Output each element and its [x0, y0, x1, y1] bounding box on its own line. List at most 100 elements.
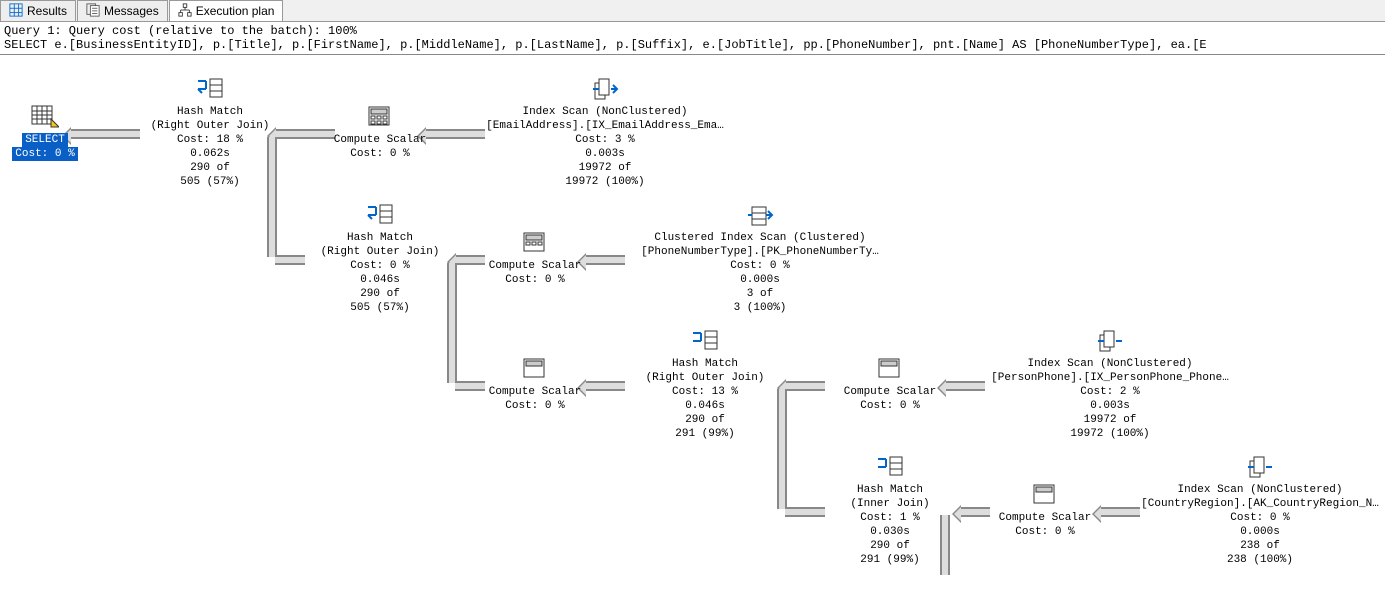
node-rows-actual: 3 of: [625, 287, 895, 301]
compute-scalar-icon: [877, 357, 903, 385]
node-rows-actual: 290 of: [135, 161, 285, 175]
node-title: Compute Scalar: [480, 385, 590, 399]
compute-scalar-icon: [522, 231, 548, 259]
node-time: 0.046s: [625, 399, 785, 413]
hash-match-icon: [691, 329, 719, 357]
plan-icon: [178, 3, 192, 20]
node-title: Index Scan (NonClustered): [475, 105, 735, 119]
plan-node-index-scan-personphone[interactable]: Index Scan (NonClustered) [PersonPhone].…: [980, 329, 1240, 441]
plan-node-index-scan-countryregion[interactable]: Index Scan (NonClustered) [CountryRegion…: [1135, 455, 1385, 567]
node-time: 0.062s: [135, 147, 285, 161]
node-cost: Cost: 1 %: [820, 511, 960, 525]
hash-match-icon: [366, 203, 394, 231]
select-icon: [31, 105, 59, 133]
plan-node-hash-match-4[interactable]: Hash Match (Inner Join) Cost: 1 % 0.030s…: [820, 455, 960, 567]
index-scan-icon: [1096, 329, 1124, 357]
node-rows-actual: 19972 of: [980, 413, 1240, 427]
connector: [70, 129, 140, 139]
node-cost: Cost: 0 %: [300, 259, 460, 273]
plan-node-hash-match-1[interactable]: Hash Match (Right Outer Join) Cost: 18 %…: [135, 77, 285, 189]
node-time: 0.003s: [475, 147, 735, 161]
node-cost: Cost: 13 %: [625, 385, 785, 399]
node-title: Hash Match: [820, 483, 960, 497]
node-subtitle: [CountryRegion].[AK_CountryRegion_N…: [1135, 497, 1385, 511]
plan-node-compute-scalar-5[interactable]: Compute Scalar Cost: 0 %: [985, 483, 1105, 539]
node-time: 0.046s: [300, 273, 460, 287]
grid-icon: [9, 3, 23, 20]
node-rows-estimate: 19972 (100%): [980, 427, 1240, 441]
node-subtitle: [EmailAddress].[IX_EmailAddress_Ema…: [475, 119, 735, 133]
messages-icon: [86, 3, 100, 20]
node-rows-estimate: 291 (99%): [625, 427, 785, 441]
node-cost: Cost: 18 %: [135, 133, 285, 147]
plan-node-compute-scalar-4[interactable]: Compute Scalar Cost: 0 %: [830, 357, 950, 413]
index-scan-icon: [1246, 455, 1274, 483]
node-title: Clustered Index Scan (Clustered): [625, 231, 895, 245]
connector: [1100, 507, 1140, 517]
node-title: Index Scan (NonClustered): [1135, 483, 1385, 497]
node-title: Compute Scalar: [480, 259, 590, 273]
node-subtitle: [PersonPhone].[IX_PersonPhone_Phone…: [980, 371, 1240, 385]
node-title: Hash Match: [300, 231, 460, 245]
node-rows-estimate: 505 (57%): [135, 175, 285, 189]
node-subtitle: (Inner Join): [820, 497, 960, 511]
node-rows-estimate: 505 (57%): [300, 301, 460, 315]
node-cost: Cost: 0 %: [480, 399, 590, 413]
hash-match-icon: [196, 77, 224, 105]
node-cost: Cost: 0 %: [830, 399, 950, 413]
query-header: Query 1: Query cost (relative to the bat…: [0, 22, 1385, 55]
node-title: Hash Match: [135, 105, 285, 119]
compute-scalar-icon: [367, 105, 393, 133]
clustered-index-scan-icon: [746, 203, 774, 231]
node-rows-estimate: 238 (100%): [1135, 553, 1385, 567]
connector: [785, 507, 825, 517]
node-cost: Cost: 0 %: [480, 273, 590, 287]
plan-node-compute-scalar-1[interactable]: Compute Scalar Cost: 0 %: [325, 105, 435, 161]
node-title: Compute Scalar: [985, 511, 1105, 525]
node-subtitle: (Right Outer Join): [625, 371, 785, 385]
tab-plan-label: Execution plan: [196, 4, 275, 18]
node-cost: Cost: 0 %: [985, 525, 1105, 539]
node-rows-actual: 290 of: [300, 287, 460, 301]
node-rows-actual: 290 of: [625, 413, 785, 427]
tab-messages[interactable]: Messages: [77, 0, 168, 21]
tab-messages-label: Messages: [104, 4, 159, 18]
node-rows-actual: 290 of: [820, 539, 960, 553]
plan-node-index-scan-email[interactable]: Index Scan (NonClustered) [EmailAddress]…: [475, 77, 735, 189]
node-rows-estimate: 291 (99%): [820, 553, 960, 567]
node-time: 0.000s: [1135, 525, 1385, 539]
node-time: 0.000s: [625, 273, 895, 287]
node-cost: Cost: 0 %: [625, 259, 895, 273]
node-rows-actual: 238 of: [1135, 539, 1385, 553]
connector: [945, 381, 985, 391]
tab-results[interactable]: Results: [0, 0, 76, 21]
node-title: Index Scan (NonClustered): [980, 357, 1240, 371]
plan-node-hash-match-2[interactable]: Hash Match (Right Outer Join) Cost: 0 % …: [300, 203, 460, 315]
query-cost-line: Query 1: Query cost (relative to the bat…: [4, 24, 1381, 38]
tab-bar: Results Messages Execution plan: [0, 0, 1385, 22]
select-label: SELECT: [22, 133, 68, 147]
node-time: 0.030s: [820, 525, 960, 539]
node-rows-estimate: 19972 (100%): [475, 175, 735, 189]
plan-node-select[interactable]: SELECT Cost: 0 %: [10, 105, 80, 161]
hash-match-icon: [876, 455, 904, 483]
tab-results-label: Results: [27, 4, 67, 18]
node-cost: Cost: 3 %: [475, 133, 735, 147]
plan-node-clustered-index-scan-phonetype[interactable]: Clustered Index Scan (Clustered) [PhoneN…: [625, 203, 895, 315]
execution-plan-canvas[interactable]: SELECT Cost: 0 % Hash Match (Right Outer…: [0, 55, 1385, 595]
tab-execution-plan[interactable]: Execution plan: [169, 0, 284, 21]
plan-node-hash-match-3[interactable]: Hash Match (Right Outer Join) Cost: 13 %…: [625, 329, 785, 441]
node-cost: Cost: 2 %: [980, 385, 1240, 399]
plan-node-compute-scalar-2[interactable]: Compute Scalar Cost: 0 %: [480, 231, 590, 287]
node-cost: Cost: 0 %: [1135, 511, 1385, 525]
connector: [785, 381, 825, 391]
node-cost: Cost: 0 %: [325, 147, 435, 161]
select-cost: Cost: 0 %: [12, 147, 77, 161]
node-rows-estimate: 3 (100%): [625, 301, 895, 315]
node-subtitle: (Right Outer Join): [135, 119, 285, 133]
node-title: Compute Scalar: [830, 385, 950, 399]
node-subtitle: [PhoneNumberType].[PK_PhoneNumberTy…: [625, 245, 895, 259]
node-title: Compute Scalar: [325, 133, 435, 147]
plan-node-compute-scalar-3[interactable]: Compute Scalar Cost: 0 %: [480, 357, 590, 413]
node-time: 0.003s: [980, 399, 1240, 413]
